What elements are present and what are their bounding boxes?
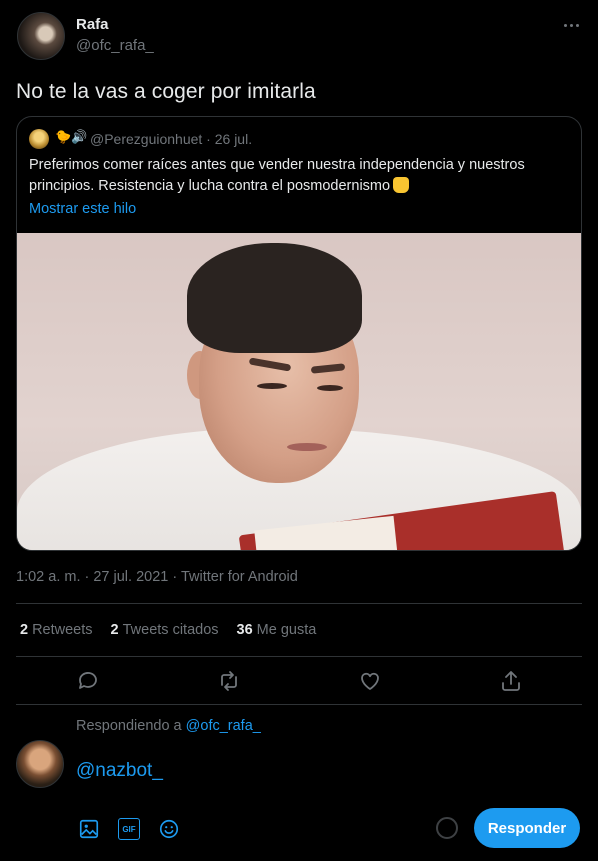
likes-stat[interactable]: 36 Me gusta bbox=[237, 622, 317, 638]
replying-handle-link[interactable]: @ofc_rafa_ bbox=[186, 718, 261, 734]
author-name[interactable]: Rafa bbox=[76, 16, 109, 33]
likes-label: Me gusta bbox=[256, 622, 317, 638]
quotes-stat[interactable]: 2 Tweets citados bbox=[111, 622, 219, 638]
quotes-label: Tweets citados bbox=[122, 622, 219, 638]
share-icon[interactable] bbox=[499, 669, 523, 693]
reply-input[interactable]: @nazbot_ bbox=[76, 760, 556, 782]
character-count-progress bbox=[436, 817, 458, 839]
replying-prefix: Respondiendo a bbox=[76, 718, 182, 734]
quoted-tweet-photo[interactable] bbox=[17, 233, 581, 550]
retweets-label: Retweets bbox=[32, 622, 93, 638]
retweets-stat[interactable]: 2 Retweets bbox=[20, 622, 93, 638]
reply-button[interactable]: Responder bbox=[474, 808, 580, 848]
show-thread-link[interactable]: Mostrar este hilo bbox=[29, 201, 136, 217]
author-avatar[interactable] bbox=[17, 12, 65, 60]
retweets-count: 2 bbox=[20, 622, 29, 638]
quoted-tweet-card[interactable]: 🐤🔊 @Perezguionhuet · 26 jul. Preferimos … bbox=[16, 116, 582, 551]
gif-icon[interactable]: GIF bbox=[118, 818, 140, 840]
photo-hair bbox=[187, 243, 362, 353]
tweet-stats: 2 Retweets 2 Tweets citados 36 Me gusta bbox=[20, 622, 316, 638]
tweet-actions bbox=[16, 666, 582, 696]
quoted-author-name: 🐤🔊 bbox=[55, 129, 88, 144]
raised-fist-icon bbox=[393, 177, 410, 193]
likes-count: 36 bbox=[236, 622, 253, 638]
like-heart-icon[interactable] bbox=[358, 669, 382, 693]
tweet-timestamp[interactable]: 1:02 a. m. · 27 jul. 2021 · Twitter for … bbox=[16, 569, 298, 585]
quotes-count: 2 bbox=[110, 622, 119, 638]
quoted-handle-date: @Perezguionhuet · 26 jul. bbox=[90, 131, 253, 147]
media-image-icon[interactable] bbox=[78, 818, 100, 840]
quoted-author-avatar bbox=[29, 129, 49, 149]
reply-icon[interactable] bbox=[76, 669, 100, 693]
quoted-tweet-text: Preferimos comer raíces antes que vender… bbox=[29, 155, 569, 197]
current-user-avatar[interactable] bbox=[16, 740, 64, 788]
author-handle[interactable]: @ofc_rafa_ bbox=[76, 37, 154, 54]
photo-mouth bbox=[287, 443, 327, 451]
more-options-icon[interactable] bbox=[560, 14, 582, 36]
quoted-text-body: Preferimos comer raíces antes que vender… bbox=[29, 157, 525, 194]
emoji-icon[interactable] bbox=[158, 818, 180, 840]
divider bbox=[16, 656, 582, 657]
divider bbox=[16, 704, 582, 705]
photo-eye-right bbox=[317, 385, 343, 391]
tweet-text: No te la vas a coger por imitarla bbox=[16, 80, 316, 103]
retweet-icon[interactable] bbox=[217, 669, 241, 693]
divider bbox=[16, 603, 582, 604]
photo-eye-left bbox=[257, 383, 287, 389]
replying-to: Respondiendo a @ofc_rafa_ bbox=[76, 718, 261, 734]
